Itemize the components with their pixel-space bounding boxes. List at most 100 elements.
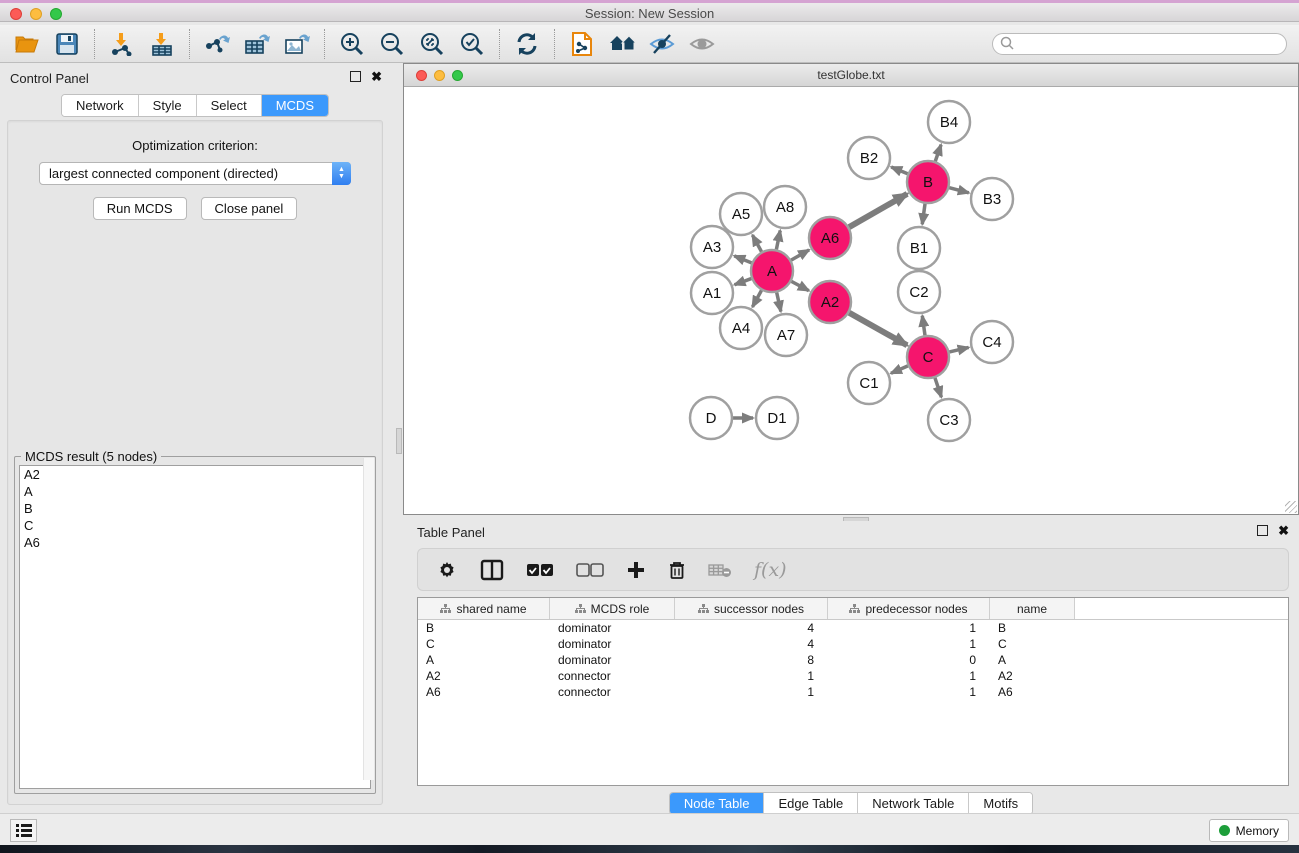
table-cell[interactable]: B [418, 621, 550, 635]
edge-A-A6[interactable] [791, 250, 809, 260]
table-cell[interactable]: connector [550, 669, 675, 683]
column-header-shared-name[interactable]: shared name [418, 598, 550, 619]
node-D[interactable]: D [690, 397, 732, 439]
tab-node-table[interactable]: Node Table [670, 793, 765, 814]
network-file-icon[interactable] [569, 31, 595, 57]
tab-edge-table[interactable]: Edge Table [764, 793, 858, 814]
tab-select[interactable]: Select [197, 95, 262, 116]
node-A[interactable]: A [751, 250, 793, 292]
node-D1[interactable]: D1 [756, 397, 798, 439]
close-panel-button[interactable]: Close panel [201, 197, 298, 220]
refresh-layout-icon[interactable] [514, 31, 540, 57]
column-layout-icon[interactable] [480, 557, 504, 583]
node-C2[interactable]: C2 [898, 271, 940, 313]
result-list-item[interactable]: B [20, 500, 370, 517]
tab-style[interactable]: Style [139, 95, 197, 116]
table-cell[interactable]: A6 [418, 685, 550, 699]
table-cell[interactable]: B [990, 621, 1075, 635]
edge-A-A5[interactable] [752, 235, 761, 252]
table-cell[interactable]: A2 [418, 669, 550, 683]
node-A6[interactable]: A6 [809, 217, 851, 259]
node-A7[interactable]: A7 [765, 314, 807, 356]
result-list-item[interactable]: A [20, 483, 370, 500]
edge-C-C1[interactable] [891, 366, 908, 373]
save-session-icon[interactable] [54, 31, 80, 57]
table-row[interactable]: Bdominator41B [418, 620, 1288, 636]
edge-B-B4[interactable] [935, 145, 941, 162]
edge-A-A3[interactable] [734, 256, 751, 263]
node-A2[interactable]: A2 [809, 281, 851, 323]
node-A8[interactable]: A8 [764, 186, 806, 228]
edge-B-B1[interactable] [922, 204, 925, 224]
result-list-item[interactable]: A2 [20, 466, 370, 483]
table-cell[interactable]: 1 [828, 669, 990, 683]
function-builder-icon[interactable]: f(x) [754, 557, 787, 583]
tab-mcds[interactable]: MCDS [262, 95, 328, 116]
table-cell[interactable]: 1 [675, 685, 828, 699]
memory-button[interactable]: Memory [1209, 819, 1289, 842]
edge-C-C2[interactable] [922, 316, 925, 335]
edge-A-A7[interactable] [777, 292, 781, 311]
hide-graphics-details-icon[interactable] [649, 31, 675, 57]
zoom-out-icon[interactable] [379, 31, 405, 57]
table-cell[interactable]: connector [550, 685, 675, 699]
task-history-icon[interactable] [10, 819, 37, 842]
table-cell[interactable]: A [418, 653, 550, 667]
float-panel-icon[interactable] [350, 71, 361, 82]
edge-C-C3[interactable] [935, 378, 941, 397]
import-table-icon[interactable] [149, 31, 175, 57]
table-cell[interactable]: 1 [828, 621, 990, 635]
node-A1[interactable]: A1 [691, 272, 733, 314]
table-row[interactable]: A6connector11A6 [418, 684, 1288, 700]
result-list-item[interactable]: C [20, 517, 370, 534]
table-cell[interactable]: dominator [550, 637, 675, 651]
deselect-all-icon[interactable] [576, 557, 604, 583]
tab-motifs[interactable]: Motifs [969, 793, 1032, 814]
vertical-splitter-handle[interactable] [396, 428, 402, 454]
criterion-dropdown[interactable]: largest connected component (directed) ▲… [39, 162, 351, 185]
mcds-result-list[interactable]: A2ABCA6 [19, 465, 371, 789]
tab-network[interactable]: Network [62, 95, 139, 116]
export-network-icon[interactable] [204, 31, 230, 57]
network-canvas[interactable]: B4B2BB3A5A8A6A3AB1A1A2C2A4A7C4C1CC3DD1 [404, 88, 1298, 514]
table-cell[interactable]: A [990, 653, 1075, 667]
edge-B-B3[interactable] [949, 188, 969, 193]
add-column-icon[interactable] [626, 557, 646, 583]
column-header-predecessor-nodes[interactable]: predecessor nodes [828, 598, 990, 619]
table-cell[interactable]: dominator [550, 653, 675, 667]
node-B3[interactable]: B3 [971, 178, 1013, 220]
zoom-fit-icon[interactable] [419, 31, 445, 57]
result-list-item[interactable]: A6 [20, 534, 370, 551]
column-header-name[interactable]: name [990, 598, 1075, 619]
export-image-icon[interactable] [284, 31, 310, 57]
table-cell[interactable]: 4 [675, 637, 828, 651]
open-file-icon[interactable] [14, 31, 40, 57]
node-C3[interactable]: C3 [928, 399, 970, 441]
export-table-icon[interactable] [244, 31, 270, 57]
table-cell[interactable]: C [418, 637, 550, 651]
node-A4[interactable]: A4 [720, 307, 762, 349]
node-table[interactable]: shared nameMCDS rolesuccessor nodesprede… [417, 597, 1289, 786]
edge-B-B2[interactable] [891, 167, 907, 174]
node-B[interactable]: B [907, 161, 949, 203]
table-row[interactable]: Cdominator41C [418, 636, 1288, 652]
result-list-scrollbar[interactable] [363, 458, 374, 780]
show-graphics-details-icon[interactable] [689, 31, 715, 57]
edge-A-A2[interactable] [791, 281, 808, 290]
zoom-in-icon[interactable] [339, 31, 365, 57]
node-C4[interactable]: C4 [971, 321, 1013, 363]
zoom-selected-icon[interactable] [459, 31, 485, 57]
node-B2[interactable]: B2 [848, 137, 890, 179]
edge-A-A8[interactable] [776, 231, 780, 250]
delete-icon[interactable] [668, 557, 686, 583]
table-cell[interactable]: 1 [675, 669, 828, 683]
node-B4[interactable]: B4 [928, 101, 970, 143]
table-cell[interactable]: A2 [990, 669, 1075, 683]
table-cell[interactable]: A6 [990, 685, 1075, 699]
gear-icon[interactable] [436, 557, 458, 583]
run-mcds-button[interactable]: Run MCDS [93, 197, 187, 220]
node-A5[interactable]: A5 [720, 193, 762, 235]
edge-A-A4[interactable] [752, 290, 761, 307]
node-C[interactable]: C [907, 336, 949, 378]
table-row[interactable]: Adominator80A [418, 652, 1288, 668]
